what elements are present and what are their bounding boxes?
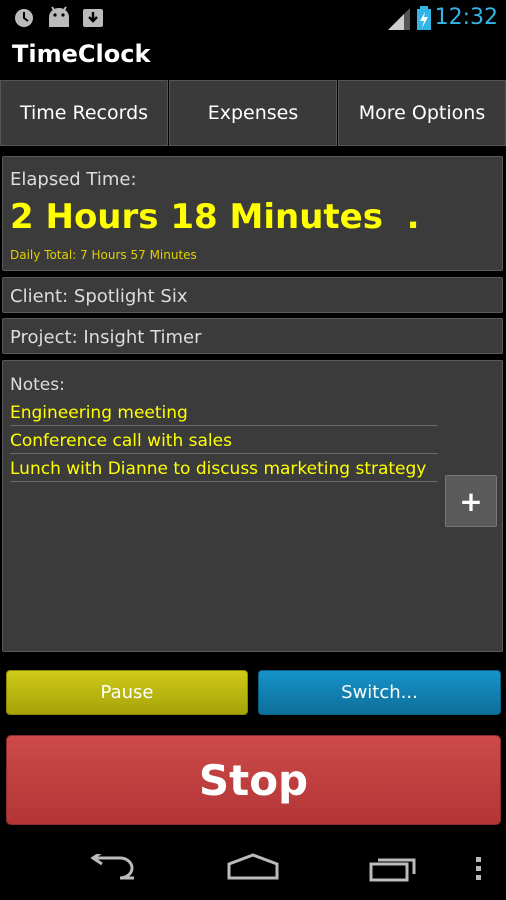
home-icon[interactable] <box>226 852 280 880</box>
navigation-bar <box>0 836 506 900</box>
elapsed-time-label: Elapsed Time: <box>10 169 137 190</box>
app-title: TimeClock <box>12 40 151 68</box>
battery-charging-icon <box>417 6 431 30</box>
action-bar: TimeClock <box>0 36 506 78</box>
pause-button[interactable]: Pause <box>6 670 248 715</box>
client-text: Client: Spotlight Six <box>10 286 188 307</box>
note-item[interactable]: Engineering meeting <box>10 401 438 426</box>
signal-icon <box>388 8 410 30</box>
project-text: Project: Insight Timer <box>10 327 202 348</box>
tab-more-options[interactable]: More Options <box>338 80 506 146</box>
stop-button[interactable]: Stop <box>6 735 501 825</box>
tab-bar: Time Records Expenses More Options <box>0 78 506 148</box>
tab-time-records[interactable]: Time Records <box>0 80 168 146</box>
elapsed-time-panel: Elapsed Time: 2 Hours 18 Minutes . Daily… <box>2 156 503 271</box>
add-note-button[interactable]: + <box>445 475 497 527</box>
daily-total: Daily Total: 7 Hours 57 Minutes <box>10 248 197 262</box>
notes-label: Notes: <box>10 375 65 395</box>
status-bar: 12:32 <box>0 0 506 36</box>
elapsed-time-value: 2 Hours 18 Minutes . <box>10 197 420 237</box>
android-icon <box>49 6 69 27</box>
download-icon <box>83 9 103 27</box>
tab-expenses[interactable]: Expenses <box>169 80 337 146</box>
project-row[interactable]: Project: Insight Timer <box>2 318 503 354</box>
back-icon[interactable] <box>88 854 138 882</box>
clock-icon <box>15 9 33 27</box>
notes-panel: Notes: Engineering meeting Conference ca… <box>2 360 503 652</box>
recent-apps-icon[interactable] <box>368 854 422 882</box>
client-row[interactable]: Client: Spotlight Six <box>2 277 503 313</box>
status-time: 12:32 <box>434 5 498 30</box>
overflow-menu-icon[interactable] <box>474 856 484 882</box>
note-item[interactable]: Conference call with sales <box>10 429 438 454</box>
switch-button[interactable]: Switch... <box>258 670 501 715</box>
note-item[interactable]: Lunch with Dianne to discuss marketing s… <box>10 457 438 482</box>
